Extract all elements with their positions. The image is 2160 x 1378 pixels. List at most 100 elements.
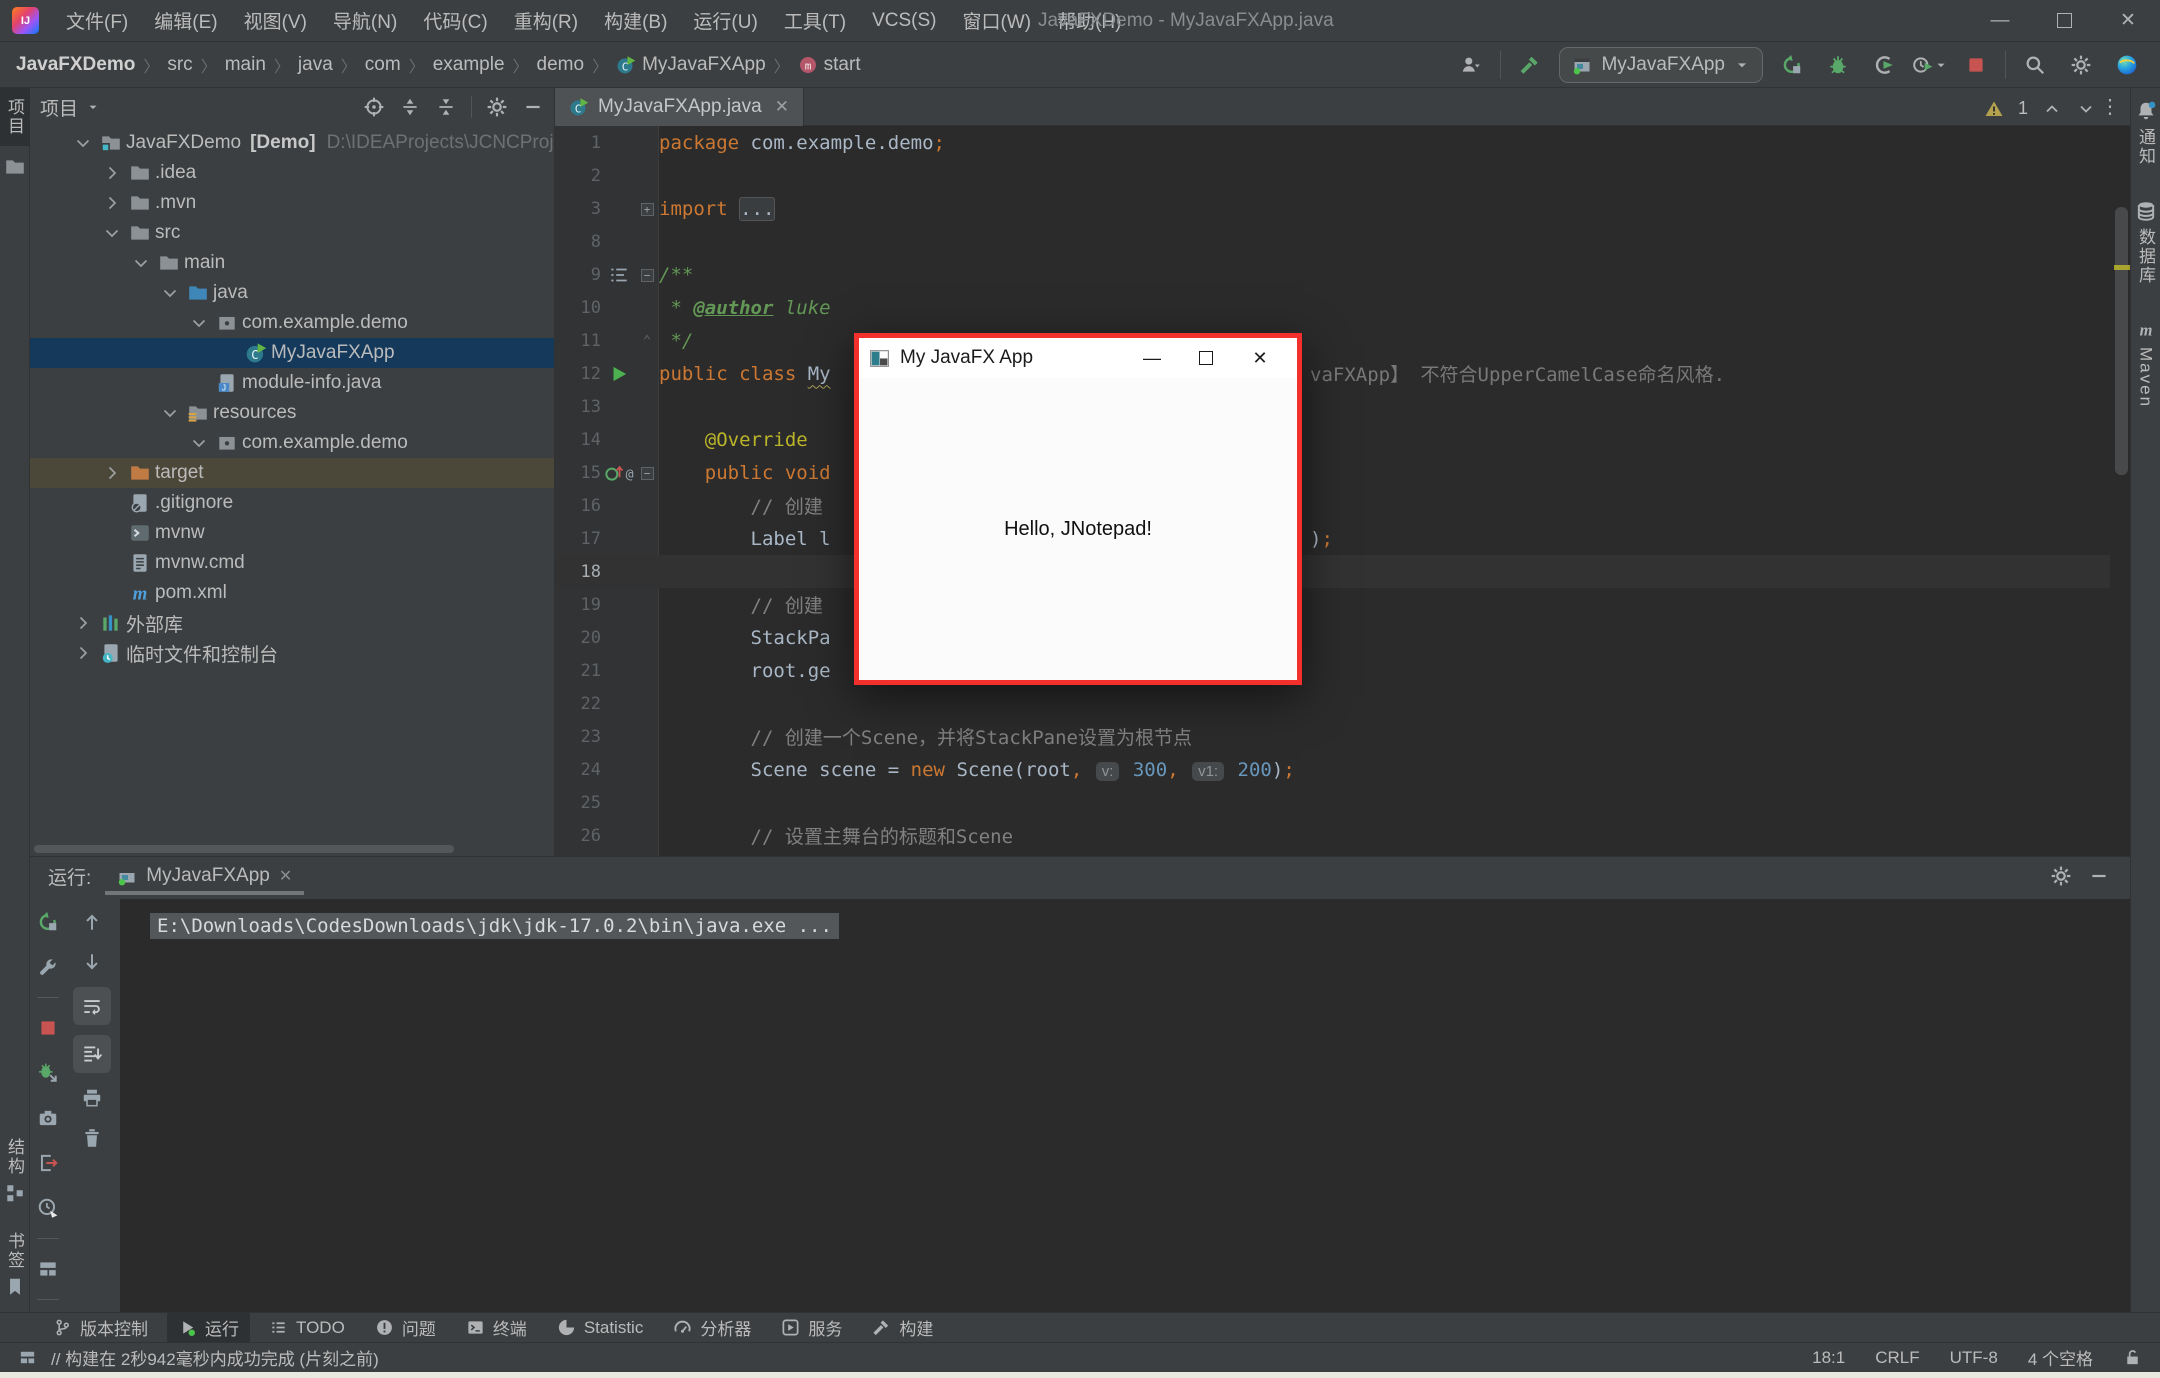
code-line-12[interactable]: 12public class MyvaFXApp】 不符合UpperCamelC…	[555, 357, 2110, 390]
menu-f[interactable]: 文件(F)	[53, 0, 141, 42]
breadcrumb-item-src[interactable]: src	[167, 54, 192, 76]
javafx-minimize-button[interactable]: —	[1125, 338, 1179, 378]
chevron-down-icon[interactable]	[186, 313, 212, 333]
tool-window-bookmarks[interactable]: 书签	[2, 1232, 27, 1298]
breadcrumb-item-java[interactable]: java	[298, 54, 333, 76]
panel-settings-icon[interactable]	[486, 96, 508, 118]
breadcrumb-item-main[interactable]: main	[225, 54, 266, 76]
code-line-11[interactable]: 11⌃ */	[555, 324, 2110, 357]
maximize-window-button[interactable]	[2032, 0, 2096, 42]
minimize-window-button[interactable]: —	[1968, 0, 2032, 42]
code-line-21[interactable]: 21 root.ge	[555, 654, 2110, 687]
stop-button[interactable]	[1959, 48, 1993, 82]
tool-window-toggle-icon[interactable]	[18, 1348, 37, 1367]
dump-threads-button[interactable]	[33, 1103, 63, 1133]
tree-item-src[interactable]: src	[30, 218, 554, 248]
tab-build[interactable]: 构建	[861, 1312, 944, 1343]
tree-item-com.example.demo[interactable]: com.example.demo	[30, 428, 554, 458]
fold-marker-icon[interactable]: +	[635, 201, 659, 217]
editor-scrollbar[interactable]	[2115, 207, 2128, 475]
code-line-3[interactable]: 3+import ...	[555, 192, 2110, 225]
caret-position[interactable]: 18:1	[1812, 1348, 1845, 1368]
code-line-17[interactable]: 17 Label l);	[555, 522, 2110, 555]
menu-b[interactable]: 构建(B)	[591, 0, 680, 42]
breadcrumb-item-javafxdemo[interactable]: JavaFXDemo	[16, 54, 135, 76]
next-warning-icon[interactable]	[2076, 99, 2096, 119]
project-horizontal-scrollbar[interactable]	[34, 845, 454, 853]
tool-window-database[interactable]: 数据库	[2133, 200, 2158, 285]
chevron-down-icon[interactable]	[157, 283, 183, 303]
tree-item-[interactable]: 临时文件和控制台	[30, 638, 554, 668]
breadcrumb-item-myjavafxapp[interactable]: CMyJavaFXApp	[616, 54, 766, 76]
prev-occurrence-button[interactable]	[77, 907, 107, 937]
tree-item-target[interactable]: target	[30, 458, 554, 488]
inspection-widget[interactable]: 1	[1984, 98, 2096, 119]
tab-statistic[interactable]: Statistic	[546, 1315, 655, 1341]
next-occurrence-button[interactable]	[77, 947, 107, 977]
tree-item-resources[interactable]: resources	[30, 398, 554, 428]
chevron-right-icon[interactable]	[99, 193, 125, 213]
editor-options-icon[interactable]: ⋮	[2090, 94, 2130, 119]
menu-w[interactable]: 窗口(W)	[949, 0, 1044, 42]
breadcrumb-item-demo[interactable]: demo	[537, 54, 585, 76]
run-console-output[interactable]: E:\Downloads\CodesDownloads\jdk\jdk-17.0…	[120, 899, 2130, 1312]
javafx-close-button[interactable]: ✕	[1233, 338, 1287, 378]
tree-item-[interactable]: 外部库	[30, 608, 554, 638]
breadcrumb-item-com[interactable]: com	[365, 54, 401, 76]
code-line-25[interactable]: 25	[555, 786, 2110, 819]
stop-process-button[interactable]	[33, 1013, 63, 1043]
tree-item-module-info.java[interactable]: Jmodule-info.java	[30, 368, 554, 398]
code-line-9[interactable]: 9−/**	[555, 258, 2110, 291]
tab-profiler[interactable]: 分析器	[662, 1312, 762, 1343]
tree-item-java[interactable]: java	[30, 278, 554, 308]
line-ending[interactable]: CRLF	[1875, 1348, 1919, 1368]
breadcrumb-item-example[interactable]: example	[433, 54, 505, 76]
tree-item-com.example.demo[interactable]: com.example.demo	[30, 308, 554, 338]
tree-item-JavaFXDemo[interactable]: JavaFXDemo[Demo]D:\IDEAProjects\JCNCProj…	[30, 128, 554, 158]
tab-problems[interactable]: 问题	[364, 1312, 447, 1343]
code-line-20[interactable]: 20 StackPa	[555, 621, 2110, 654]
fold-marker-icon[interactable]: −	[635, 267, 659, 283]
chevron-down-icon[interactable]	[99, 223, 125, 243]
tab-services[interactable]: 服务	[770, 1312, 853, 1343]
console-settings-icon[interactable]	[2050, 865, 2072, 887]
scroll-to-end-button[interactable]	[73, 1035, 111, 1073]
code-area[interactable]: 1package com.example.demo;23+import ...8…	[555, 126, 2110, 856]
hide-console-icon[interactable]	[2088, 865, 2110, 887]
code-line-24[interactable]: 24 Scene scene = new Scene(root, v: 300,…	[555, 753, 2110, 786]
clear-console-button[interactable]	[77, 1123, 107, 1153]
run-button[interactable]	[1775, 48, 1809, 82]
code-line-15[interactable]: 15@− public void	[555, 456, 2110, 489]
chevron-right-icon[interactable]	[99, 463, 125, 483]
code-with-me-button[interactable]	[2110, 48, 2144, 82]
chevron-down-icon[interactable]	[86, 100, 100, 114]
tab-run[interactable]: 运行	[167, 1312, 250, 1343]
close-tab-icon[interactable]: ✕	[775, 97, 789, 117]
code-line-13[interactable]: 13	[555, 390, 2110, 423]
file-encoding[interactable]: UTF-8	[1950, 1348, 1998, 1368]
javafx-app-window[interactable]: My JavaFX App — ✕ Hello, JNotepad!	[854, 333, 1302, 685]
tool-window-maven[interactable]: mMaven	[2135, 319, 2157, 408]
hide-panel-icon[interactable]	[522, 96, 544, 118]
code-line-22[interactable]: 22	[555, 687, 2110, 720]
fold-marker-icon[interactable]: −	[635, 465, 659, 481]
chevron-down-icon[interactable]	[186, 433, 212, 453]
debug-button[interactable]	[1821, 48, 1855, 82]
tree-item-mvnw.cmd[interactable]: mvnw.cmd	[30, 548, 554, 578]
run-with-profiler-button[interactable]	[1867, 48, 1901, 82]
chevron-right-icon[interactable]	[99, 163, 125, 183]
collapse-all-icon[interactable]	[435, 96, 457, 118]
run-console-tab[interactable]: MyJavaFXApp ✕	[117, 857, 292, 895]
unlock-icon[interactable]	[2123, 1348, 2142, 1367]
tree-item-MyJavaFXApp[interactable]: CMyJavaFXApp	[30, 338, 554, 368]
run-configuration-select[interactable]: MyJavaFXApp	[1559, 47, 1763, 83]
code-line-8[interactable]: 8	[555, 225, 2110, 258]
attach-debugger-button[interactable]	[33, 1058, 63, 1088]
close-console-tab-icon[interactable]: ✕	[279, 866, 292, 886]
rerun-button[interactable]	[33, 907, 63, 937]
menu-t[interactable]: 工具(T)	[771, 0, 859, 42]
print-console-button[interactable]	[77, 1083, 107, 1113]
expand-all-icon[interactable]	[399, 96, 421, 118]
code-line-16[interactable]: 16 // 创建	[555, 489, 2110, 522]
prev-warning-icon[interactable]	[2042, 99, 2062, 119]
